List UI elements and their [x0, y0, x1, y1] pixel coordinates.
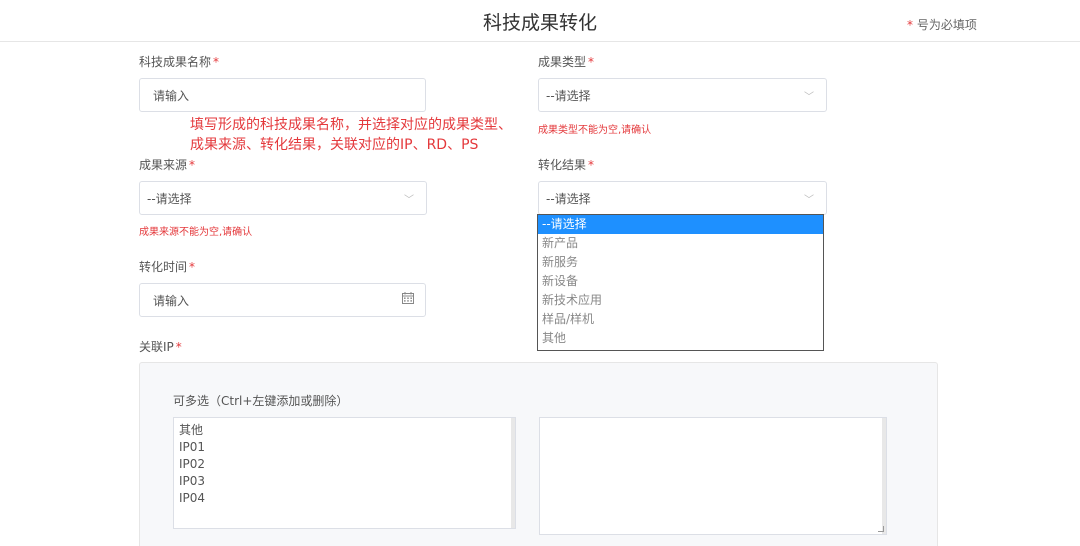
ip-label: 关联IP * — [139, 338, 182, 355]
source-required-star: * — [189, 158, 196, 172]
required-star: * — [907, 18, 913, 32]
ip-option[interactable]: IP04 — [179, 490, 510, 507]
result-option[interactable]: 新服务 — [538, 253, 823, 272]
result-label: 转化结果 * — [538, 156, 594, 173]
textarea-scrollbar[interactable] — [882, 418, 886, 534]
ip-label-text: 关联IP — [139, 340, 174, 354]
ip-selected-textarea[interactable] — [539, 417, 887, 535]
name-label-text: 科技成果名称 — [139, 55, 212, 69]
result-option[interactable]: 其他 — [538, 329, 823, 348]
ip-source-listbox[interactable]: 其他 IP01 IP02 IP03 IP04 — [173, 417, 516, 529]
type-label: 成果类型 * — [538, 53, 594, 70]
calendar-icon[interactable] — [402, 292, 414, 304]
source-error: 成果来源不能为空,请确认 — [139, 227, 253, 238]
time-input-placeholder: 请输入 — [153, 293, 190, 308]
source-label: 成果来源 * — [139, 156, 195, 173]
result-select[interactable]: --请选择 ﹀ — [538, 181, 827, 215]
type-select-value: --请选择 — [546, 88, 591, 103]
name-required-star: * — [213, 55, 220, 69]
time-label-text: 转化时间 — [139, 260, 188, 274]
type-required-star: * — [588, 55, 595, 69]
result-dropdown-list[interactable]: --请选择 新产品 新服务 新设备 新技术应用 样品/样机 其他 — [537, 214, 824, 351]
type-error: 成果类型不能为空,请确认 — [538, 125, 652, 136]
name-input-placeholder: 请输入 — [153, 88, 190, 103]
ip-option[interactable]: IP03 — [179, 473, 510, 490]
annotation-line-1: 填写形成的科技成果名称，并选择对应的成果类型、 — [190, 117, 512, 133]
required-note-text: 号为必填项 — [916, 18, 977, 32]
result-option[interactable]: 新设备 — [538, 272, 823, 291]
type-label-text: 成果类型 — [538, 55, 587, 69]
multi-select-hint: 可多选（Ctrl+左键添加或删除） — [173, 394, 349, 408]
result-required-star: * — [588, 158, 595, 172]
chevron-down-icon: ﹀ — [804, 195, 814, 206]
ip-option[interactable]: IP02 — [179, 456, 510, 473]
result-label-text: 转化结果 — [538, 158, 587, 172]
header-divider — [0, 41, 1080, 42]
name-label: 科技成果名称 * — [139, 53, 219, 70]
name-input[interactable]: 请输入 — [139, 78, 426, 112]
ip-option[interactable]: 其他 — [179, 422, 510, 439]
result-option[interactable]: 样品/样机 — [538, 310, 823, 329]
result-option[interactable]: 新产品 — [538, 234, 823, 253]
resize-handle[interactable] — [878, 526, 884, 532]
result-option[interactable]: --请选择 — [538, 215, 823, 234]
result-option[interactable]: 新技术应用 — [538, 291, 823, 310]
time-required-star: * — [189, 260, 196, 274]
source-select[interactable]: --请选择 ﹀ — [139, 181, 427, 215]
listbox-scrollbar[interactable] — [511, 418, 515, 528]
chevron-down-icon: ﹀ — [404, 195, 414, 206]
annotation-line-2: 成果来源、转化结果，关联对应的IP、RD、PS — [190, 137, 479, 153]
chevron-down-icon: ﹀ — [804, 92, 814, 103]
source-label-text: 成果来源 — [139, 158, 188, 172]
ip-selection-panel: 可多选（Ctrl+左键添加或删除） 其他 IP01 IP02 IP03 IP04 — [139, 362, 938, 546]
required-note: * 号为必填项 — [907, 16, 977, 33]
source-select-value: --请选择 — [147, 191, 192, 206]
time-label: 转化时间 * — [139, 258, 195, 275]
type-select[interactable]: --请选择 ﹀ — [538, 78, 827, 112]
ip-required-star: * — [175, 340, 182, 354]
time-input[interactable]: 请输入 — [139, 283, 426, 317]
result-select-value: --请选择 — [546, 191, 591, 206]
ip-option[interactable]: IP01 — [179, 439, 510, 456]
annotation-note: 填写形成的科技成果名称，并选择对应的成果类型、 成果来源、转化结果，关联对应的I… — [190, 115, 512, 155]
